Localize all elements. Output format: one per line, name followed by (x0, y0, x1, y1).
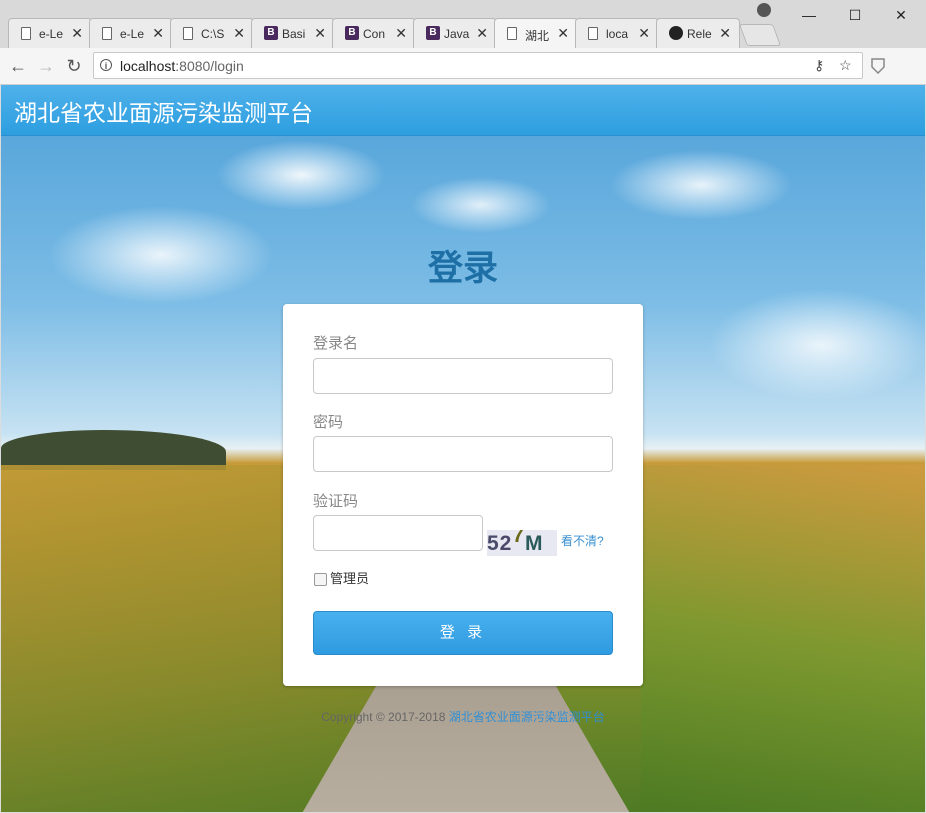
username-input[interactable] (313, 358, 613, 394)
reload-icon[interactable]: ↻ (62, 54, 86, 78)
forward-arrow-icon[interactable]: → (34, 54, 58, 78)
new-tab-button[interactable] (738, 24, 782, 46)
tab-title: loca (606, 27, 629, 41)
captcha-label: 验证码 (313, 493, 359, 510)
bootstrap-icon: B (426, 26, 440, 40)
tab-title: e-Le (39, 27, 64, 41)
page-content: 湖北省农业面源污染监测平台 登录 登录名 密码 验证码 527M 看不清? 管理… (1, 85, 925, 812)
tab-close-icon[interactable]: ✕ (476, 25, 488, 42)
url-path: :8080/login (175, 58, 244, 74)
browser-tab-strip: — ☐ ✕ e-Le ✕ e-Le ✕ C:\S ✕ B Basi ✕ B Co… (0, 0, 926, 49)
url-host: localhost (120, 58, 176, 74)
username-label: 登录名 (313, 335, 359, 352)
browser-tab[interactable]: B Java ✕ (413, 18, 497, 48)
browser-tab[interactable]: B Con ✕ (332, 18, 416, 48)
document-icon (588, 27, 598, 40)
tab-close-icon[interactable]: ✕ (71, 25, 83, 42)
extension-shield-icon[interactable] (871, 58, 885, 74)
tab-title: C:\S (201, 27, 225, 41)
tab-title: 湖北 (525, 29, 550, 43)
admin-checkbox[interactable] (314, 573, 327, 586)
browser-tab[interactable]: B Basi ✕ (251, 18, 335, 48)
profile-icon[interactable] (757, 3, 771, 17)
background-field-right (641, 465, 925, 812)
captcha-text: 7 (512, 530, 526, 547)
tab-close-icon[interactable]: ✕ (719, 25, 731, 42)
copyright-text: Copyright © 2017-2018 (321, 710, 449, 724)
tab-close-icon[interactable]: ✕ (314, 25, 326, 42)
captcha-input[interactable] (313, 515, 483, 551)
footer-link[interactable]: 湖北省农业面源污染监测平台 (449, 710, 605, 724)
background-hill (1, 430, 226, 470)
back-arrow-icon[interactable]: ← (6, 54, 30, 78)
browser-tab[interactable]: loca ✕ (575, 18, 659, 48)
info-icon[interactable]: i (100, 59, 112, 71)
site-header: 湖北省农业面源污染监测平台 (1, 85, 925, 136)
browser-tab[interactable]: e-Le ✕ (89, 18, 173, 48)
tab-close-icon[interactable]: ✕ (557, 25, 569, 42)
captcha-image[interactable]: 527M (487, 530, 557, 556)
captcha-text: 52 (487, 532, 513, 555)
tab-title: Rele (687, 27, 712, 41)
password-input[interactable] (313, 436, 613, 472)
document-icon (102, 27, 112, 40)
tab-title: Java (444, 27, 470, 41)
key-icon[interactable]: ⚷ (814, 57, 824, 74)
footer: Copyright © 2017-2018 湖北省农业面源污染监测平台 (1, 708, 925, 725)
minimize-button[interactable]: — (786, 2, 832, 28)
maximize-button[interactable]: ☐ (832, 2, 878, 28)
bootstrap-icon: B (264, 26, 278, 40)
admin-checkbox-label[interactable]: 管理员 (330, 568, 369, 587)
login-button[interactable]: 登 录 (313, 611, 613, 655)
tab-title: Con (363, 27, 386, 41)
address-bar[interactable]: i localhost:8080/login ⚷ ☆ (93, 52, 863, 79)
tab-title: Basi (282, 27, 306, 41)
browser-tab[interactable]: e-Le ✕ (8, 18, 92, 48)
tab-title: e-Le (120, 27, 145, 41)
password-label: 密码 (313, 414, 344, 431)
star-icon[interactable]: ☆ (839, 57, 852, 74)
url-text: localhost:8080/login (120, 58, 244, 74)
login-panel: 登录名 密码 验证码 527M 看不清? 管理员 登 录 (283, 304, 643, 686)
tab-close-icon[interactable]: ✕ (233, 25, 245, 42)
captcha-text: M (525, 532, 544, 555)
browser-tab[interactable]: C:\S ✕ (170, 18, 254, 48)
document-icon (507, 27, 517, 40)
close-window-button[interactable]: ✕ (878, 2, 924, 28)
site-brand[interactable]: 湖北省农业面源污染监测平台 (14, 94, 313, 128)
tab-close-icon[interactable]: ✕ (638, 25, 650, 42)
browser-tab[interactable]: Rele ✕ (656, 18, 740, 48)
tab-close-icon[interactable]: ✕ (395, 25, 407, 42)
bootstrap-icon: B (345, 26, 359, 40)
tab-close-icon[interactable]: ✕ (152, 25, 164, 42)
login-title: 登录 (427, 249, 498, 288)
refresh-captcha-link[interactable]: 看不清? (561, 532, 604, 549)
document-icon (183, 27, 193, 40)
document-icon (21, 27, 31, 40)
github-icon (669, 26, 683, 40)
browser-tab-active[interactable]: 湖北 ✕ (494, 18, 578, 49)
browser-toolbar: ← → ↻ i localhost:8080/login ⚷ ☆ ⋮ (0, 48, 926, 122)
